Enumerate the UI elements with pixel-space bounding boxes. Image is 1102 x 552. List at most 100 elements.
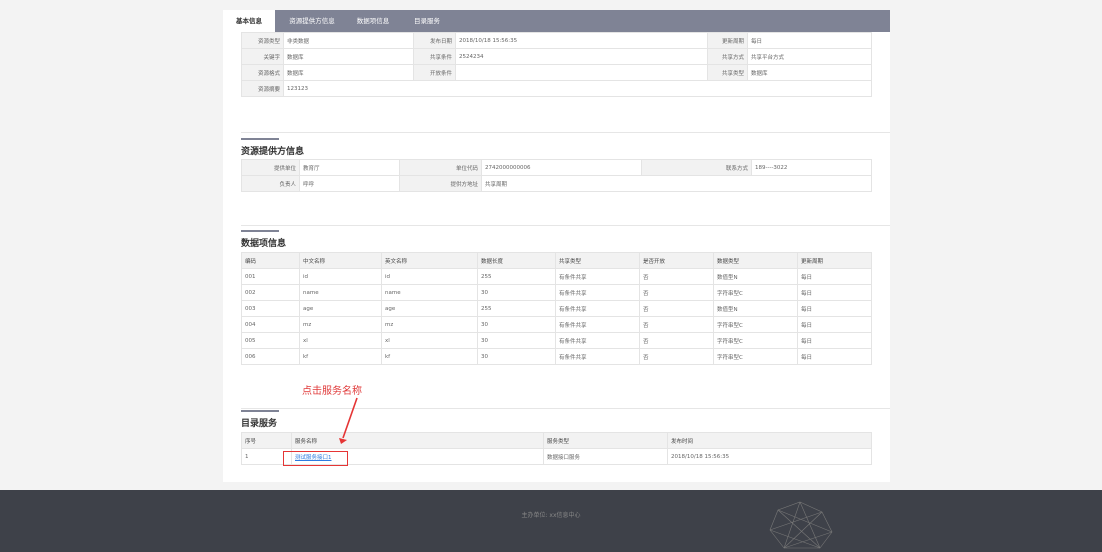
field-label: 共享条件 bbox=[413, 48, 456, 65]
field-label: 负责人 bbox=[241, 175, 300, 192]
basic-info-table: 资源类型 非类数据 发布日期 2018/10/18 15:56:35 更新周期 … bbox=[241, 32, 872, 97]
table-cell: kf bbox=[381, 348, 478, 365]
table-row: 资源类型 非类数据 发布日期 2018/10/18 15:56:35 更新周期 … bbox=[241, 32, 872, 49]
table-cell: 255 bbox=[477, 300, 556, 317]
column-header: 更新周期 bbox=[797, 252, 872, 269]
field-label: 发布日期 bbox=[413, 32, 456, 49]
table-cell: 30 bbox=[477, 348, 556, 365]
tab-data-items[interactable]: 数据项信息 bbox=[347, 10, 399, 32]
table-row: 提供单位 教育厅 单位代码 2742000000006 联系方式 189----… bbox=[241, 159, 872, 176]
table-cell: 字符串型C bbox=[713, 316, 798, 333]
field-value: 共享平台方式 bbox=[747, 48, 872, 65]
table-cell: 否 bbox=[639, 316, 714, 333]
table-cell: id bbox=[299, 268, 382, 285]
column-header: 服务名称 bbox=[291, 432, 544, 449]
table-row: 001 id id 255 有条件共享否数值型N 每日 bbox=[241, 268, 872, 285]
column-header: 共享类型 bbox=[555, 252, 640, 269]
field-label: 开放条件 bbox=[413, 64, 456, 81]
table-cell: 有条件共享 bbox=[555, 268, 640, 285]
field-value: 2524234 bbox=[455, 48, 708, 65]
table-cell: 004 bbox=[241, 316, 300, 333]
table-cell: 每日 bbox=[797, 300, 872, 317]
field-value: 共享周期 bbox=[481, 175, 872, 192]
table-cell: 30 bbox=[477, 332, 556, 349]
field-label: 资源摘要 bbox=[241, 80, 284, 97]
field-value: 2018/10/18 15:56:35 bbox=[455, 32, 708, 49]
field-label: 更新周期 bbox=[707, 32, 748, 49]
table-cell: 30 bbox=[477, 284, 556, 301]
table-cell: 001 bbox=[241, 268, 300, 285]
field-value: 每日 bbox=[747, 32, 872, 49]
table-cell: 有条件共享 bbox=[555, 284, 640, 301]
table-cell: 数值型N bbox=[713, 300, 798, 317]
table-cell: 006 bbox=[241, 348, 300, 365]
table-row: 003 age age 255 有条件共享否数值型N 每日 bbox=[241, 300, 872, 317]
detail-page: 基本信息 资源提供方信息 数据项信息 目录服务 资源类型 非类数据 发布日期 2… bbox=[223, 10, 890, 482]
table-cell: 255 bbox=[477, 268, 556, 285]
table-row: 002 name name 30 有条件共享否字符串型C 每日 bbox=[241, 284, 872, 301]
table-cell: 否 bbox=[639, 268, 714, 285]
tab-basic-info[interactable]: 基本信息 bbox=[223, 10, 275, 32]
table-cell: 字符串型C bbox=[713, 348, 798, 365]
table-cell: 否 bbox=[639, 332, 714, 349]
annotation-highlight-box bbox=[283, 451, 348, 466]
table-cell: 003 bbox=[241, 300, 300, 317]
field-value bbox=[455, 64, 708, 81]
field-value: 数据库 bbox=[747, 64, 872, 81]
service-type: 数据接口服务 bbox=[543, 448, 668, 465]
field-value: 123123 bbox=[283, 80, 872, 97]
field-label: 关键字 bbox=[241, 48, 284, 65]
table-cell: 否 bbox=[639, 284, 714, 301]
table-cell: 每日 bbox=[797, 348, 872, 365]
column-header: 数据类型 bbox=[713, 252, 798, 269]
table-cell: 有条件共享 bbox=[555, 348, 640, 365]
data-items-body: 001 id id 255 有条件共享否数值型N 每日 002 name name 30 有条件共享… bbox=[241, 268, 872, 365]
table-cell: 每日 bbox=[797, 332, 872, 349]
field-value: 数据库 bbox=[283, 64, 414, 81]
tab-catalog-service[interactable]: 目录服务 bbox=[403, 10, 451, 32]
table-cell: 数值型N bbox=[713, 268, 798, 285]
table-cell: xl bbox=[299, 332, 382, 349]
field-label: 提供方地址 bbox=[399, 175, 482, 192]
table-cell: 有条件共享 bbox=[555, 332, 640, 349]
field-label: 联系方式 bbox=[641, 159, 752, 176]
table-cell: 002 bbox=[241, 284, 300, 301]
table-cell: 否 bbox=[639, 300, 714, 317]
table-cell: xl bbox=[381, 332, 478, 349]
table-cell: 每日 bbox=[797, 316, 872, 333]
table-row: 关键字 数据库 共享条件 2524234 共享方式 共享平台方式 bbox=[241, 48, 872, 65]
tab-provider-info[interactable]: 资源提供方信息 bbox=[279, 10, 345, 32]
field-value: 2742000000006 bbox=[481, 159, 642, 176]
field-label: 资源类型 bbox=[241, 32, 284, 49]
column-header: 编码 bbox=[241, 252, 300, 269]
table-cell: age bbox=[381, 300, 478, 317]
table-cell: id bbox=[381, 268, 478, 285]
column-header: 是否开放 bbox=[639, 252, 714, 269]
data-items-table: 编码 中文名称 英文名称 数据长度 共享类型 是否开放 数据类型 更新周期 00… bbox=[241, 252, 872, 365]
table-cell: 30 bbox=[477, 316, 556, 333]
table-cell: age bbox=[299, 300, 382, 317]
field-value: 非类数据 bbox=[283, 32, 414, 49]
table-row: 005 xl xl 30 有条件共享否字符串型C 每日 bbox=[241, 332, 872, 349]
table-row: 资源摘要 123123 bbox=[241, 80, 872, 97]
field-value: 189----3022 bbox=[751, 159, 872, 176]
table-cell: 有条件共享 bbox=[555, 316, 640, 333]
table-row: 004 mz mz 30 有条件共享否字符串型C 每日 bbox=[241, 316, 872, 333]
service-publish-time: 2018/10/18 15:56:35 bbox=[667, 448, 872, 465]
footer: 主办单位: xx信息中心 bbox=[0, 490, 1102, 552]
table-row: 006 kf kf 30 有条件共享否字符串型C 每日 bbox=[241, 348, 872, 365]
field-label: 共享方式 bbox=[707, 48, 748, 65]
annotation-arrow-icon bbox=[339, 397, 358, 444]
table-cell: mz bbox=[381, 316, 478, 333]
field-label: 共享类型 bbox=[707, 64, 748, 81]
footer-text: 主办单位: xx信息中心 bbox=[521, 512, 581, 519]
table-cell: 否 bbox=[639, 348, 714, 365]
table-cell: name bbox=[299, 284, 382, 301]
table-cell: 字符串型C bbox=[713, 332, 798, 349]
field-value: 数据库 bbox=[283, 48, 414, 65]
table-cell: 每日 bbox=[797, 284, 872, 301]
provider-table: 提供单位 教育厅 单位代码 2742000000006 联系方式 189----… bbox=[241, 159, 872, 192]
section-title-provider: 资源提供方信息 bbox=[241, 138, 304, 157]
field-label: 资源格式 bbox=[241, 64, 284, 81]
tab-bar: 基本信息 资源提供方信息 数据项信息 目录服务 bbox=[223, 10, 890, 32]
